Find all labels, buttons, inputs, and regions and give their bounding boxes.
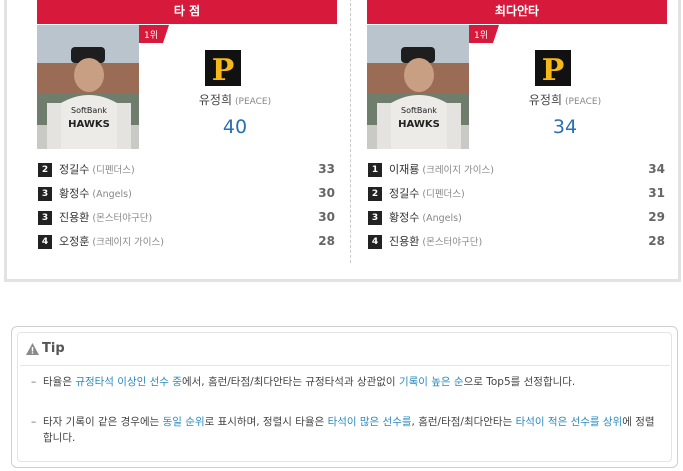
tip-text: 홈런/타점/최다안타	[418, 416, 503, 428]
list-item[interactable]: 4 진용환 (몬스터야구단) 28	[367, 228, 667, 252]
rank-flag: 1위	[469, 25, 499, 43]
tip-text: 타자 기록이 같은 경우	[43, 416, 140, 428]
tip-separator	[20, 365, 670, 366]
list-item[interactable]: 3 진용환 (몬스터야구단) 30	[37, 204, 337, 228]
top-player-value: 40	[222, 116, 248, 138]
pirates-p-logo-icon: P	[535, 50, 571, 86]
svg-text:SoftBank: SoftBank	[401, 106, 437, 115]
svg-text:P: P	[212, 53, 235, 86]
panel-header: 최다안타	[367, 0, 667, 24]
tip-text: 는	[502, 416, 516, 428]
top-player-name[interactable]: 유정희 (PEACE)	[499, 91, 631, 108]
tip-text: 로 표시하며, 정렬시	[204, 416, 296, 428]
tip-item: – 타자 기록이 같은 경우에는 동일 순위로 표시하며, 정렬시 타율은 타석이…	[31, 416, 655, 444]
player-photo[interactable]: SoftBank HAWKS	[37, 25, 139, 149]
warning-icon	[26, 343, 39, 355]
tip-text: 는 규정타석과 상관없이	[292, 376, 399, 388]
tip-text: 에는	[139, 416, 163, 428]
panel-divider	[350, 0, 351, 263]
ranking-list: 2 정길수 (디펜더스) 33 3 황정수 (Angels) 30 3 진용환 (몬스터야구단)…	[37, 156, 337, 252]
svg-text:SoftBank: SoftBank	[71, 106, 107, 115]
rank-badge: 1	[368, 163, 382, 177]
rank-badge: 2	[368, 187, 382, 201]
most-hits-panel: 최다안타 SoftBank HAWKS 1위 P 유정희 (PEACE) 34 …	[367, 0, 667, 263]
tip-highlight-text: 동일 순위	[162, 416, 205, 428]
player-photo[interactable]: SoftBank HAWKS	[367, 25, 469, 149]
rank-badge: 4	[368, 235, 382, 249]
list-item[interactable]: 3 황정수 (Angels) 29	[367, 204, 667, 228]
tip-highlight-text: 타석이 적은 선수를 상위	[515, 416, 623, 428]
rank-badge: 2	[38, 163, 52, 177]
panel-header: 타 점	[37, 0, 337, 24]
list-item[interactable]: 2 정길수 (디펜더스) 33	[37, 156, 337, 180]
tip-text: 으로 Top5를 선정합니다.	[463, 376, 576, 388]
pirates-p-logo-icon: P	[205, 50, 241, 86]
rank-badge: 4	[38, 235, 52, 249]
ranking-board: 타 점 SoftBank HAWKS 1위 P 유정희 (PEACE) 40 2…	[4, 0, 681, 282]
svg-text:HAWKS: HAWKS	[68, 119, 110, 130]
tip-text: 에서,	[181, 376, 208, 388]
top-player-team: (PEACE)	[565, 97, 602, 107]
tip-text: 타율	[43, 376, 63, 388]
rank-flag: 1위	[139, 25, 169, 43]
tip-highlight-text: 타석이 많은 선수를	[327, 416, 412, 428]
tip-highlight-text: 기록이 높은 순	[398, 376, 464, 388]
top-player-name[interactable]: 유정희 (PEACE)	[169, 91, 301, 108]
tip-text: 타율	[295, 416, 315, 428]
list-item[interactable]: 3 황정수 (Angels) 30	[37, 180, 337, 204]
rank-badge: 3	[38, 211, 52, 225]
tip-item: – 타율은 규정타석 이상인 선수 중에서, 홈런/타점/최다안타는 규정타석과 …	[31, 376, 576, 388]
svg-text:HAWKS: HAWKS	[398, 119, 440, 130]
top-player-value: 34	[552, 116, 578, 138]
tip-text: 은	[314, 416, 328, 428]
rank-badge: 3	[38, 187, 52, 201]
tip-text: 홈런/타점/최다안타	[207, 376, 293, 388]
tip-text: 은	[62, 376, 76, 388]
tip-title: Tip	[26, 341, 65, 356]
tip-highlight-text: 규정타석 이상인 선수 중	[75, 376, 182, 388]
rbi-panel: 타 점 SoftBank HAWKS 1위 P 유정희 (PEACE) 40 2…	[37, 0, 337, 263]
svg-text:P: P	[542, 53, 565, 86]
list-item[interactable]: 2 정길수 (디펜더스) 31	[367, 180, 667, 204]
svg-text:1위: 1위	[144, 30, 158, 41]
ranking-list: 1 이재룡 (크레이지 가이스) 34 2 정길수 (디펜더스) 31 3 황정수 (Angel…	[367, 156, 667, 252]
list-item[interactable]: 4 오정훈 (크레이지 가이스) 28	[37, 228, 337, 252]
svg-text:1위: 1위	[474, 30, 488, 41]
tip-box	[11, 326, 678, 468]
top-player-team: (PEACE)	[235, 97, 272, 107]
rank-badge: 3	[368, 211, 382, 225]
list-item[interactable]: 1 이재룡 (크레이지 가이스) 34	[367, 156, 667, 180]
